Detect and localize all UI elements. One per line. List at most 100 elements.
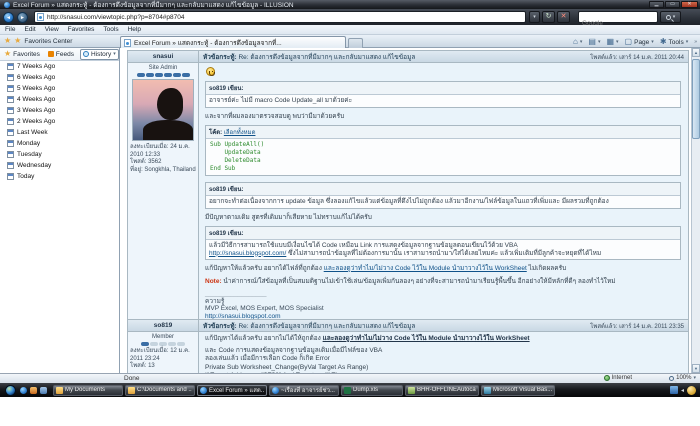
- forward-button[interactable]: ►: [17, 12, 28, 23]
- calendar-icon: [7, 107, 14, 114]
- start-button[interactable]: [5, 385, 16, 396]
- history-item[interactable]: 6 Weeks Ago: [0, 72, 119, 83]
- history-item[interactable]: 2 Weeks Ago: [0, 116, 119, 127]
- feeds-button[interactable]: ▤▾: [588, 38, 600, 46]
- history-item[interactable]: 4 Weeks Ago: [0, 94, 119, 105]
- zoom-control[interactable]: 100% ▾: [669, 375, 696, 381]
- home-button[interactable]: ⌂▾: [573, 38, 582, 46]
- history-item[interactable]: 3 Weeks Ago: [0, 105, 119, 116]
- author-rank: Member: [130, 334, 196, 340]
- vertical-scrollbar[interactable]: ▲ ▼: [691, 48, 700, 373]
- menu-file[interactable]: File: [5, 26, 15, 33]
- calendar-icon: [7, 96, 14, 103]
- quote-text: อยากจะทำต่อเนื่องจากการ update ข้อมูล ซึ…: [206, 196, 680, 208]
- back-button[interactable]: ◄: [3, 12, 14, 23]
- post-header: so819 หัวข้อกระทู้: Re: ต้องการดึงข้อมูล…: [128, 320, 688, 332]
- page-button[interactable]: ▢Page▾: [625, 38, 654, 46]
- quick-launch-ie-icon[interactable]: [20, 387, 27, 394]
- stop-button[interactable]: ✕: [557, 11, 570, 23]
- scrollbar-thumb[interactable]: [692, 59, 700, 139]
- quick-launch-switcher-icon[interactable]: [40, 387, 47, 394]
- inline-link[interactable]: และลองดูว่าทำไม/ไม่วาง Code ไว้ใน Module…: [324, 265, 527, 272]
- new-tab-button[interactable]: [348, 38, 363, 48]
- quote-text: แล้วมีวิธีการสามารถใช้แบบมีเงื่อนไขได้ C…: [209, 242, 518, 249]
- url-field[interactable]: http://snasui.com/viewtopic.php?p=8704#p…: [34, 11, 526, 23]
- zoom-icon: [669, 376, 674, 381]
- taskbar-button-browser2[interactable]: ~เรื่องที่ อาจารย์ช่ว...: [269, 385, 339, 396]
- menu-tools[interactable]: Tools: [103, 26, 118, 33]
- menu-help[interactable]: Help: [128, 26, 141, 33]
- history-item[interactable]: 5 Weeks Ago: [0, 83, 119, 94]
- code-line: Private Sub Worksheet_Change(ByVal Targe…: [205, 364, 683, 372]
- profile-column: Site Admin ลงทะเบียนเมื่อ: 24 ม.ค. 2010 …: [128, 63, 199, 330]
- menu-favorites[interactable]: Favorites: [68, 26, 95, 33]
- search-button[interactable]: ▾: [660, 11, 681, 23]
- quote-block: so819 เขียน: อาจารย์ค่ะ ไม่มี macro Code…: [205, 81, 681, 108]
- post-subject: Re: ต้องการดึงข้อมูลจากที่มีมากๆ และกลับ…: [237, 323, 416, 330]
- menu-bar: File Edit View Favorites Tools Help: [0, 25, 700, 35]
- desktop: { "chrome": { "window_title": "Excel For…: [0, 0, 700, 426]
- scroll-up-arrow[interactable]: ▲: [692, 48, 700, 57]
- quick-launch-desktop-icon[interactable]: [30, 387, 37, 394]
- maximize-button[interactable]: ▭: [665, 1, 680, 8]
- tray-network-icon[interactable]: [670, 386, 678, 394]
- blogspot-link[interactable]: http://snasui.blogspot.com/: [209, 250, 286, 257]
- calendar-icon: [7, 140, 14, 147]
- taskbar-button-mydocuments[interactable]: My Documents: [53, 385, 123, 396]
- url-dropdown[interactable]: ▾: [529, 11, 540, 23]
- post-subject: Re: ต้องการดึงข้อมูลจากที่มีมากๆ และกลับ…: [237, 54, 416, 61]
- favorites-tab[interactable]: ★Favorites: [2, 49, 42, 59]
- taskbar-button-excel-forum[interactable]: Excel Forum » แสด...: [197, 385, 267, 396]
- search-box[interactable]: [578, 11, 658, 23]
- print-button[interactable]: ▦▾: [606, 38, 618, 46]
- app-icon: [408, 387, 415, 394]
- history-item[interactable]: 7 Weeks Ago: [0, 61, 119, 72]
- close-button[interactable]: ✕: [681, 1, 698, 8]
- tab-strip: ★ ★ Favorites Center Excel Forum » แสดงก…: [0, 35, 700, 48]
- history-item[interactable]: Today: [0, 171, 119, 182]
- quote-block: so819 เขียน: อยากจะทำต่อเนื่องจากการ upd…: [205, 182, 681, 209]
- select-all-link[interactable]: เลือกทั้งหมด: [224, 130, 256, 136]
- history-tab[interactable]: History▾: [80, 49, 119, 60]
- taskbar-button-dump-xls[interactable]: Dump.xls: [341, 385, 403, 396]
- code-block: โค้ด: เลือกทั้งหมด Sub UpdateAll() Updat…: [205, 125, 681, 176]
- taskbar-button-documents[interactable]: C:\Documents and ...: [125, 385, 195, 396]
- refresh-button[interactable]: ↻: [542, 11, 555, 23]
- feeds-tab-icon: [48, 51, 54, 57]
- tools-button[interactable]: ✱Tools▾: [660, 38, 688, 46]
- tray-chevron-icon[interactable]: ◂: [681, 387, 684, 394]
- history-list: 7 Weeks Ago 6 Weeks Ago 5 Weeks Ago 4 We…: [0, 61, 119, 182]
- post-paragraph: แก้ปัญหาได้แล้วครับ อยากไม่ได้ให้ถูกต้อง: [205, 335, 323, 342]
- post-author[interactable]: so819: [128, 320, 199, 331]
- post-header: snasui หัวข้อกระทู้: Re: ต้องการดึงข้อมู…: [128, 51, 688, 63]
- taskbar-button-visual-basic[interactable]: Microsoft Visual Bas...: [481, 385, 555, 396]
- page-content: snasui หัวข้อกระทู้: Re: ต้องการดึงข้อมู…: [121, 48, 691, 373]
- menu-edit[interactable]: Edit: [24, 26, 35, 33]
- feeds-icon: ▤: [588, 38, 596, 46]
- browser-tab[interactable]: Excel Forum » แสดงกระทู้ - ต้องการดึงข้อ…: [120, 36, 346, 48]
- post-author[interactable]: snasui: [128, 51, 199, 62]
- home-icon: ⌂: [573, 38, 578, 46]
- quote-author: so819 เขียน:: [209, 231, 243, 237]
- history-item[interactable]: Last Week: [0, 127, 119, 138]
- scroll-down-arrow[interactable]: ▼: [692, 364, 700, 373]
- favorites-center-icon[interactable]: ★: [4, 37, 11, 45]
- print-icon: ▦: [606, 38, 614, 46]
- excel-icon: [344, 387, 351, 394]
- post-date: โพสต์แล้ว: เสาร์ 14 ม.ค. 2011 23:35: [590, 321, 688, 331]
- menu-view[interactable]: View: [45, 26, 59, 33]
- history-item[interactable]: Wednesday: [0, 160, 119, 171]
- post-paragraph: ลองเล่นแล้ว เมื่อมีการเลือก Code ก็เกิด …: [205, 355, 683, 363]
- minimize-button[interactable]: ▁: [649, 1, 664, 8]
- tray-clock-icon[interactable]: [687, 386, 696, 395]
- taskbar-button-bhr-offline[interactable]: BHR-OFFLINEAutoca...: [405, 385, 479, 396]
- url-text[interactable]: http://snasui.com/viewtopic.php?p=8704#p…: [47, 14, 523, 21]
- code-text: Sub UpdateAll() UpdateData DeleteData En…: [206, 139, 680, 175]
- command-overflow-chevron[interactable]: »: [694, 39, 697, 45]
- ie-icon: [272, 387, 279, 394]
- add-favorite-icon[interactable]: ★: [14, 37, 21, 45]
- feeds-tab[interactable]: Feeds: [46, 50, 76, 59]
- quote-author: so819 เขียน:: [209, 187, 243, 193]
- history-item[interactable]: Tuesday: [0, 149, 119, 160]
- history-item[interactable]: Monday: [0, 138, 119, 149]
